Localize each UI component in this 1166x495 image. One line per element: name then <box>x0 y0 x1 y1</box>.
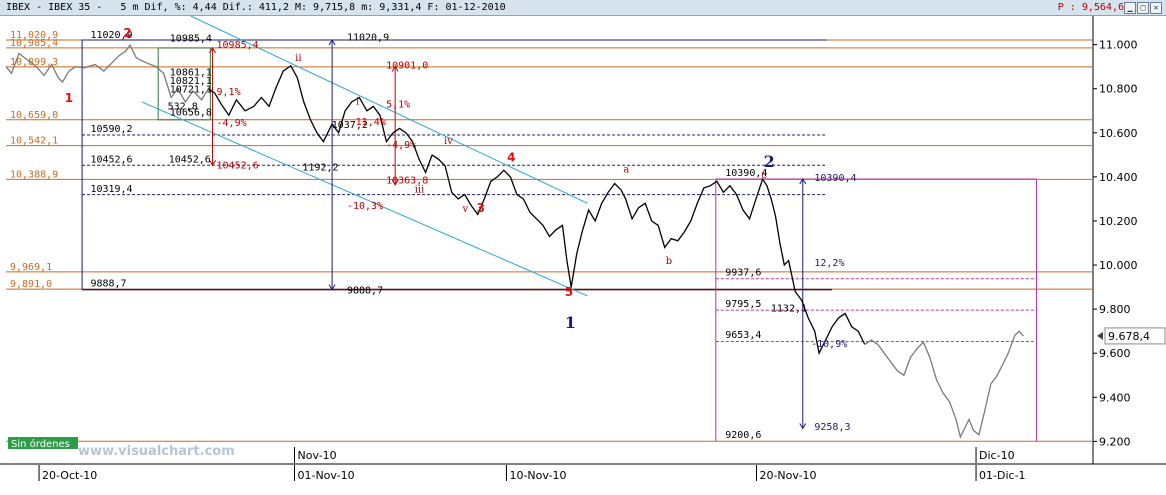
value-annotation: 10721,1 <box>170 85 212 96</box>
value-annotation: -4,9% <box>386 140 416 151</box>
value-annotation: 10390,4 <box>814 173 856 184</box>
value-annotation: 10452,6 <box>217 161 259 172</box>
y-tick-label: 9.200 <box>1099 435 1131 448</box>
x-tick-label: Dic-10 <box>979 449 1015 462</box>
horizontal-level-label: 9,891,0 <box>10 279 52 290</box>
value-annotation: 10985,4 <box>217 40 259 51</box>
wave-label: 3 <box>477 201 485 215</box>
last-price-arrow <box>1097 331 1103 340</box>
wave-label: 5 <box>565 285 573 299</box>
y-tick-label: 10.200 <box>1099 215 1138 228</box>
horizontal-level-label: 9,969,1 <box>10 262 52 273</box>
value-annotation: -4,9% <box>217 118 247 129</box>
last-price-label: 9.678,4 <box>1108 330 1150 343</box>
value-annotation: 10452,6 <box>90 155 132 166</box>
value-annotation: 9937,6 <box>725 268 761 279</box>
y-tick-label: 11.000 <box>1099 39 1138 52</box>
price-chart[interactable]: www.visualchart.com11,020,910,985,410,89… <box>0 16 1166 495</box>
channel-line <box>141 101 588 297</box>
x-tick-label: Nov-10 <box>297 449 336 462</box>
value-annotation: 9200,6 <box>725 430 761 441</box>
value-annotation: 1192,2 <box>302 162 338 173</box>
horizontal-level-label: 10,388,9 <box>10 169 58 180</box>
value-annotation: 1132,1 <box>771 303 807 314</box>
wave-label: ii <box>295 53 301 64</box>
minimize-button[interactable]: ▁ <box>1124 2 1136 14</box>
value-annotation: 9888,7 <box>347 285 383 296</box>
wave-label: iii <box>415 184 425 195</box>
value-annotation: -10,9% <box>811 339 847 350</box>
value-annotation: 10656,8 <box>170 107 212 118</box>
x-tick-label: 01-Nov-10 <box>297 469 354 482</box>
value-annotation: 10452,6 <box>169 155 211 166</box>
value-annotation: 9653,4 <box>725 330 761 341</box>
x-tick-label: 10-Nov-10 <box>509 469 566 482</box>
x-tick-label: 20-Nov-10 <box>759 469 816 482</box>
wave-label: c <box>761 170 767 181</box>
value-annotation: 5,1% <box>386 99 410 110</box>
value-annotation: 10901,0 <box>386 60 428 71</box>
close-price-label: P : 9,564,6 <box>1057 2 1124 13</box>
wave-label: 2 <box>123 26 131 40</box>
title-bar: IBEX - IBEX 35 - 5 m Dif, %: 4,44 Dif.: … <box>0 0 1166 16</box>
wave-label: i <box>356 97 359 108</box>
y-tick-label: 10.600 <box>1099 127 1138 140</box>
status-badge-text: Sin órdenes <box>11 438 70 450</box>
x-tick-label: 20-Oct-10 <box>42 469 97 482</box>
value-annotation: 10985,4 <box>170 33 212 44</box>
wave-label: v <box>462 204 469 215</box>
price-line-segment <box>864 330 1024 439</box>
y-tick-label: 10.400 <box>1099 171 1138 184</box>
horizontal-level-label: 10,542,1 <box>10 136 58 147</box>
wave-label: a <box>623 164 629 175</box>
close-button[interactable]: ✕ <box>1150 2 1162 14</box>
value-annotation: 11020,9 <box>347 33 389 44</box>
y-tick-label: 10.000 <box>1099 259 1138 272</box>
price-line-segment <box>431 154 685 288</box>
wave-label: iv <box>444 136 453 147</box>
y-tick-label: 9.400 <box>1099 391 1131 404</box>
y-tick-label: 9.600 <box>1099 347 1131 360</box>
value-annotation: 9,1% <box>217 87 241 98</box>
x-tick-label: 01-Dic-1 <box>979 469 1026 482</box>
value-annotation: 10590,2 <box>90 124 132 135</box>
value-annotation: -10,3% <box>347 201 383 212</box>
horizontal-level-label: 10,659,0 <box>10 110 58 121</box>
value-annotation: 12,2% <box>814 258 844 269</box>
maximize-button[interactable]: □ <box>1137 2 1149 14</box>
y-tick-label: 9.800 <box>1099 303 1131 316</box>
y-tick-label: 10.800 <box>1099 83 1138 96</box>
value-annotation: 9795,5 <box>725 299 761 310</box>
wave-label: 1 <box>65 91 73 105</box>
wave-label: 2 <box>764 152 775 171</box>
value-annotation: 9888,7 <box>90 279 126 290</box>
value-annotation: 10319,4 <box>90 184 132 195</box>
horizontal-level-label: 10,985,4 <box>10 38 58 49</box>
value-annotation: 9258,3 <box>814 422 850 433</box>
wave-label: 4 <box>507 150 515 164</box>
value-annotation: 11,4% <box>356 117 386 128</box>
watermark-text: www.visualchart.com <box>78 444 235 459</box>
wave-label: 1 <box>565 313 576 332</box>
wave-label: b <box>666 256 672 267</box>
chart-title: IBEX - IBEX 35 - 5 m Dif, %: 4,44 Dif.: … <box>6 2 506 13</box>
